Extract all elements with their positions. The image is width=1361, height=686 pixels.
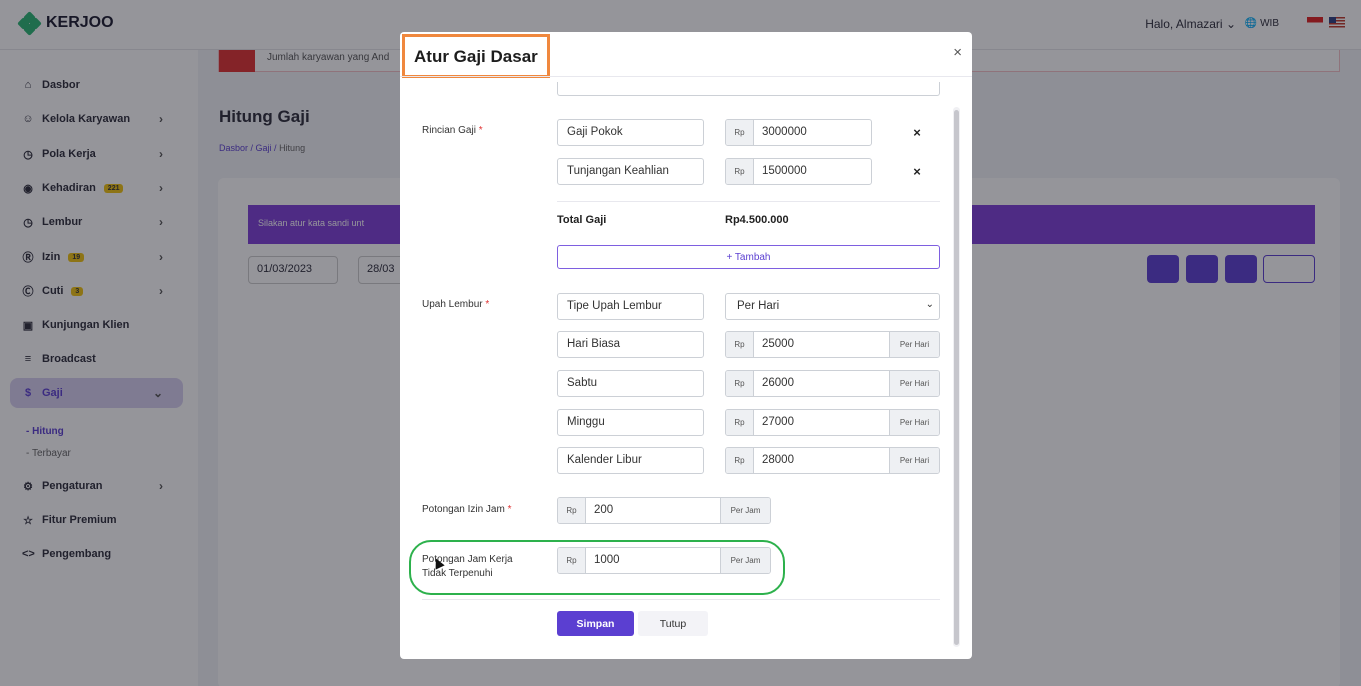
overtime-rate-input[interactable]: Rp 28000 Per Hari <box>725 447 940 474</box>
close-button[interactable]: Tutup <box>638 611 708 636</box>
overtime-type-select[interactable]: Per Hari ⌄ <box>725 293 940 320</box>
salary-component-name-input[interactable]: Tunjangan Keahlian <box>557 158 704 185</box>
salary-component-amount-input[interactable]: Rp 1500000 <box>725 158 872 185</box>
overtime-day-label: Kalender Libur <box>557 447 704 474</box>
close-icon[interactable]: × <box>953 44 962 61</box>
permit-deduction-input[interactable]: Rp 200 Per Jam <box>557 497 771 524</box>
modal-title: Atur Gaji Dasar <box>402 34 550 78</box>
remove-row-button[interactable]: × <box>893 119 941 146</box>
add-component-button[interactable]: + Tambah <box>557 245 940 269</box>
overtime-rate-input[interactable]: Rp 26000 Per Hari <box>725 370 940 397</box>
chevron-down-icon: ⌄ <box>925 299 934 310</box>
remove-row-button[interactable]: × <box>893 158 941 185</box>
salary-component-name-input[interactable]: Gaji Pokok <box>557 119 704 146</box>
salary-component-amount-input[interactable]: Rp 3000000 <box>725 119 872 146</box>
overtime-rate-input[interactable]: Rp 25000 Per Hari <box>725 331 940 358</box>
previous-input[interactable] <box>557 82 940 96</box>
salary-settings-modal: Atur Gaji Dasar × Rincian Gaji * Gaji Po… <box>400 32 972 659</box>
overtime-day-label: Sabtu <box>557 370 704 397</box>
divider <box>422 599 940 600</box>
overtime-day-label: Hari Biasa <box>557 331 704 358</box>
rincian-gaji-label: Rincian Gaji * <box>422 125 483 136</box>
save-button[interactable]: Simpan <box>557 611 634 636</box>
overtime-day-label: Minggu <box>557 409 704 436</box>
overtime-type-label: Tipe Upah Lembur <box>557 293 704 320</box>
total-gaji-label: Total Gaji <box>557 214 607 226</box>
upah-lembur-label: Upah Lembur * <box>422 299 490 310</box>
overtime-rate-input[interactable]: Rp 27000 Per Hari <box>725 409 940 436</box>
divider <box>400 76 972 77</box>
highlight-annotation <box>409 540 785 595</box>
total-gaji-value: Rp4.500.000 <box>725 214 789 226</box>
scrollbar-thumb[interactable] <box>954 110 959 645</box>
potongan-izin-label: Potongan Izin Jam * <box>422 504 512 515</box>
divider <box>557 201 940 202</box>
